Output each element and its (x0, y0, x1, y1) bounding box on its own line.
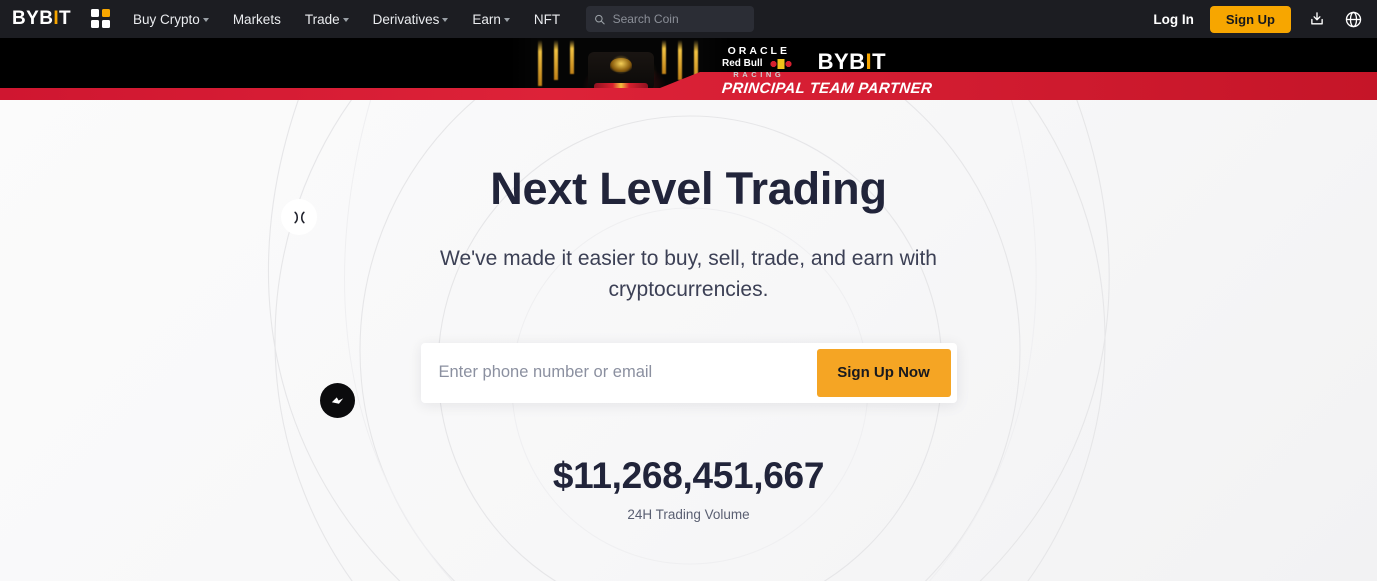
principal-team-partner-text: PRINCIPAL TEAM PARTNER (721, 80, 934, 97)
promo-banner[interactable]: ORACLE Red Bull RACING BYBIT PRINCIPAL T… (0, 38, 1377, 100)
download-button[interactable] (1307, 9, 1327, 29)
main-nav: Buy Crypto Markets Trade Derivatives Ear… (133, 12, 560, 27)
top-header: BYB I T Buy Crypto Markets Trade Derivativ… (0, 0, 1377, 38)
phone-or-email-input[interactable] (426, 348, 817, 397)
nav-item-earn[interactable]: Earn (472, 12, 510, 27)
trading-volume-label: 24H Trading Volume (627, 506, 750, 522)
bybit-mark-badge[interactable] (320, 383, 355, 418)
nav-label-nft: NFT (533, 11, 561, 27)
light-pillar (538, 40, 542, 86)
logo-text-first: BYB (12, 8, 54, 29)
grid-cell-4 (102, 20, 111, 28)
hero-content: Next Level Trading We've made it easier … (0, 164, 1377, 522)
banner-logo-last: T (872, 49, 887, 74)
oracle-red-bull-racing-logo: ORACLE Red Bull RACING (722, 46, 796, 78)
signup-form: Sign Up Now (420, 342, 957, 403)
oracle-wordmark: ORACLE (727, 45, 790, 57)
chevron-down-icon (442, 18, 449, 22)
light-pillar (554, 40, 558, 80)
banner-logo-first: BYB (817, 49, 866, 74)
grid-cell-1 (91, 9, 100, 17)
download-icon (1311, 12, 1323, 25)
nav-item-nft[interactable]: NFT (534, 12, 560, 27)
red-bull-bulls-icon (765, 58, 796, 69)
red-bull-wordmark: Red Bull (722, 57, 763, 69)
trading-volume-amount: $11,268,451,667 (552, 454, 825, 496)
header-actions: Log In Sign Up (1153, 5, 1363, 33)
nav-label-markets: Markets (232, 11, 281, 27)
sign-up-button[interactable]: Sign Up (1209, 5, 1291, 33)
chevron-down-icon (202, 18, 209, 22)
language-button[interactable] (1343, 9, 1363, 29)
globe-icon (1345, 11, 1361, 27)
grid-cell-3 (91, 20, 100, 28)
banner-sponsor-logos: ORACLE Red Bull RACING BYBIT (722, 46, 886, 78)
light-pillar (570, 40, 574, 74)
bybit-logo[interactable]: BYB I T (12, 8, 71, 30)
hero-section: Next Level Trading We've made it easier … (0, 100, 1377, 581)
race-car-icon (588, 52, 654, 94)
nav-label-earn: Earn (472, 11, 501, 27)
nav-label-derivatives: Derivatives (372, 11, 440, 27)
page-title: Next Level Trading (490, 163, 887, 214)
light-pillar (678, 40, 682, 80)
sign-up-now-button[interactable]: Sign Up Now (816, 348, 951, 397)
close-x-icon (293, 211, 305, 223)
nav-label-buy-crypto: Buy Crypto (133, 11, 200, 27)
red-bull-lockup: Red Bull (722, 57, 796, 69)
bybit-mark-icon (331, 397, 344, 404)
light-pillar (662, 40, 666, 74)
log-in-button[interactable]: Log In (1153, 12, 1194, 27)
nav-label-trade: Trade (304, 11, 340, 27)
grid-cell-2 (102, 9, 111, 17)
nav-item-markets[interactable]: Markets (233, 12, 281, 27)
nav-item-trade[interactable]: Trade (305, 12, 349, 27)
hero-subtitle: We've made it easier to buy, sell, trade… (440, 246, 937, 301)
search-icon (595, 14, 605, 24)
search-coin-box[interactable] (586, 6, 755, 32)
chevron-down-icon (503, 18, 510, 22)
banner-bybit-logo: BYBIT (818, 49, 887, 75)
nav-item-buy-crypto[interactable]: Buy Crypto (133, 12, 209, 27)
grid-apps-icon[interactable] (91, 9, 111, 29)
racing-wordmark: RACING (733, 69, 785, 79)
search-input[interactable] (612, 12, 747, 26)
logo-text-last: T (59, 8, 72, 29)
nav-item-derivatives[interactable]: Derivatives (373, 12, 449, 27)
chevron-down-icon (342, 18, 349, 22)
close-banner-button[interactable] (281, 199, 317, 235)
